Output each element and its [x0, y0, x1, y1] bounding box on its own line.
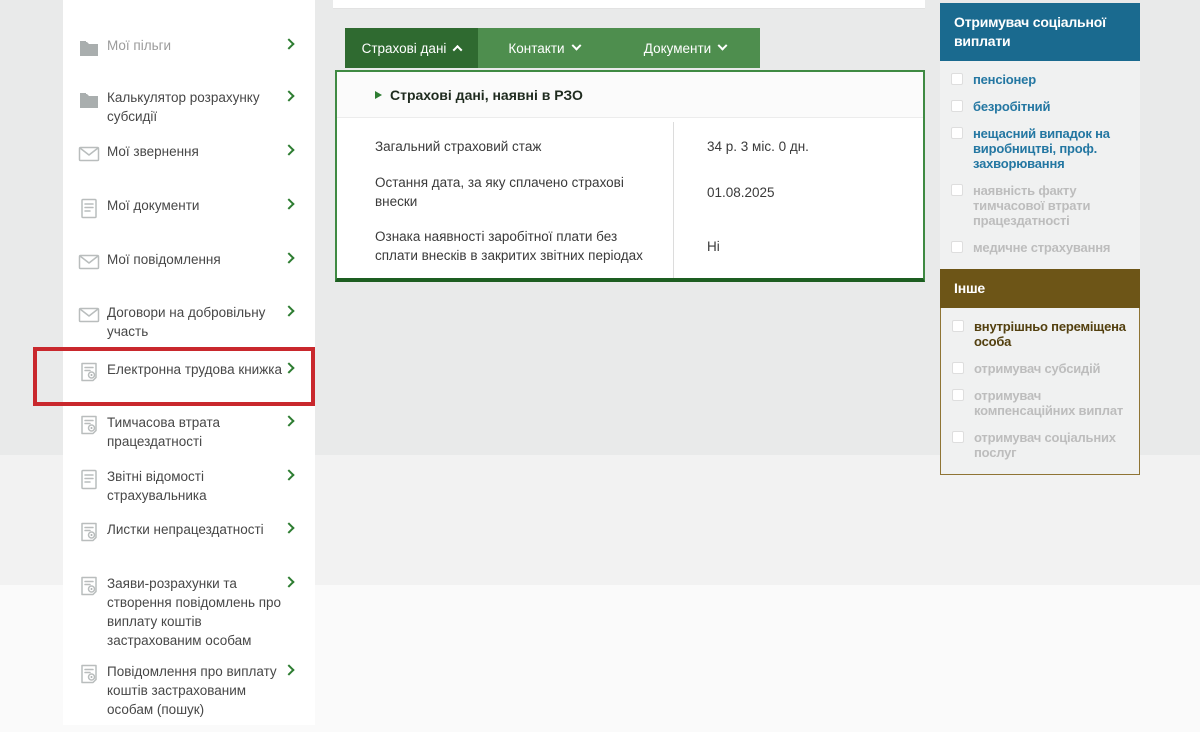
sidebar-item-label: Мої документи	[107, 196, 295, 215]
checkbox-item-medical-insurance: медичне страхування	[940, 234, 1140, 261]
chevron-down-icon	[571, 40, 581, 50]
document-gear-icon	[77, 520, 101, 548]
document-gear-icon	[77, 413, 101, 441]
checkbox-icon	[951, 184, 963, 196]
sidebar-item-label: Тимчасова втрата працездатності	[107, 413, 295, 451]
document-icon	[77, 196, 101, 224]
social-payment-recipient-list: пенсіонер безробітний нещасний випадок н…	[940, 61, 1140, 269]
envelope-icon	[77, 142, 101, 170]
panel-header: Страхові дані, наявні в РЗО	[337, 72, 923, 118]
checkbox-icon	[951, 241, 963, 253]
checkbox-label: наявність факту тимчасової втрати працез…	[973, 183, 1090, 228]
checkbox-label: отримувач субсидій	[974, 361, 1100, 376]
checkbox-item-pensioner[interactable]: пенсіонер	[940, 66, 1140, 93]
checkbox-item-unemployed[interactable]: безробітний	[940, 93, 1140, 120]
triangle-right-icon	[375, 91, 382, 99]
tab-documents[interactable]: Документи	[610, 28, 760, 68]
tab-label: Страхові дані	[362, 41, 447, 56]
checkbox-icon	[952, 431, 964, 443]
checkbox-item-compensation-recipient: отримувач компенсаційних виплат	[941, 382, 1139, 424]
table-row: Ознака наявності заробітної плати без сп…	[337, 214, 923, 278]
document-gear-icon	[77, 662, 101, 690]
row-label: Загальний страховий стаж	[337, 122, 674, 170]
folder-icon	[77, 36, 101, 64]
sidebar-item-label: Мої повідомлення	[107, 250, 295, 269]
row-value: Ні	[674, 214, 923, 278]
sidebar-item-label: Повідомлення про виплату коштів застрахо…	[107, 662, 295, 719]
checkbox-label: нещасний випадок на виробництві, проф. з…	[973, 126, 1110, 171]
checkbox-item-internally-displaced[interactable]: внутрішньо переміщена особа	[941, 313, 1139, 355]
checkbox-label: отримувач компенсаційних виплат	[974, 388, 1123, 418]
checkbox-item-work-accident[interactable]: нещасний випадок на виробництві, проф. з…	[940, 120, 1140, 177]
envelope-icon	[77, 303, 101, 331]
folder-icon	[77, 88, 101, 116]
chevron-down-icon	[718, 40, 728, 50]
checkbox-label: внутрішньо переміщена особа	[974, 319, 1126, 349]
panel-rows: Загальний страховий стаж 34 р. 3 міс. 0 …	[337, 118, 923, 278]
table-row: Остання дата, за яку сплачено страхові в…	[337, 170, 923, 214]
row-label: Остання дата, за яку сплачено страхові в…	[337, 170, 674, 214]
sidebar-item-label: Електронна трудова книжка	[107, 360, 295, 379]
table-row: Загальний страховий стаж 34 р. 3 міс. 0 …	[337, 122, 923, 170]
sidebar-item-label: Заяви-розрахунки та створення повідомлен…	[107, 574, 295, 650]
right-sidebar-filters: Отримувач соціальної виплати пенсіонер б…	[940, 3, 1140, 475]
tab-contacts[interactable]: Контакти	[478, 28, 610, 68]
tab-label: Документи	[644, 41, 711, 56]
insurance-data-panel: Страхові дані, наявні в РЗО Загальний ст…	[335, 70, 925, 282]
sidebar-item-label: Мої звернення	[107, 142, 295, 161]
checkbox-item-temporary-disability-fact: наявність факту тимчасової втрати працез…	[940, 177, 1140, 234]
row-value: 34 р. 3 міс. 0 дн.	[674, 122, 923, 170]
document-icon	[77, 467, 101, 495]
section-tabbar: Страхові дані Контакти Документи	[345, 28, 760, 68]
checkbox-icon[interactable]	[952, 320, 964, 332]
sidebar-item-label: Договори на добровільну участь	[107, 303, 295, 341]
checkbox-icon	[952, 362, 964, 374]
envelope-icon	[77, 250, 101, 278]
sidebar-item-label: Мої пільги	[107, 36, 295, 55]
tab-insurance-data[interactable]: Страхові дані	[345, 28, 478, 68]
scrolled-card-edge	[333, 0, 925, 9]
checkbox-label: пенсіонер	[973, 72, 1036, 87]
row-label: Ознака наявності заробітної плати без сп…	[337, 214, 674, 278]
document-gear-icon	[77, 360, 101, 388]
checkbox-label: медичне страхування	[973, 240, 1110, 255]
checkbox-icon[interactable]	[951, 100, 963, 112]
checkbox-label: безробітний	[973, 99, 1050, 114]
chevron-up-icon	[453, 44, 463, 54]
social-payment-recipient-header: Отримувач соціальної виплати	[940, 3, 1140, 61]
checkbox-icon[interactable]	[951, 73, 963, 85]
sidebar-item-label: Звітні відомості страхувальника	[107, 467, 295, 505]
other-section-list: внутрішньо переміщена особа отримувач су…	[940, 308, 1140, 475]
other-section-header: Інше	[940, 269, 1140, 308]
checkbox-label: отримувач соціальних послуг	[974, 430, 1116, 460]
row-value: 01.08.2025	[674, 170, 923, 214]
checkbox-icon[interactable]	[951, 127, 963, 139]
panel-title: Страхові дані, наявні в РЗО	[390, 87, 583, 103]
left-sidebar-menu: Мої пільги Калькулятор розрахунку субсид…	[63, 0, 315, 725]
sidebar-item-label: Листки непрацездатності	[107, 520, 295, 539]
tab-label: Контакти	[508, 41, 564, 56]
document-gear-icon	[77, 574, 101, 602]
checkbox-item-subsidy-recipient: отримувач субсидій	[941, 355, 1139, 382]
checkbox-icon	[952, 389, 964, 401]
sidebar-item-label: Калькулятор розрахунку субсидії	[107, 88, 295, 126]
checkbox-item-social-services-recipient: отримувач соціальних послуг	[941, 424, 1139, 466]
